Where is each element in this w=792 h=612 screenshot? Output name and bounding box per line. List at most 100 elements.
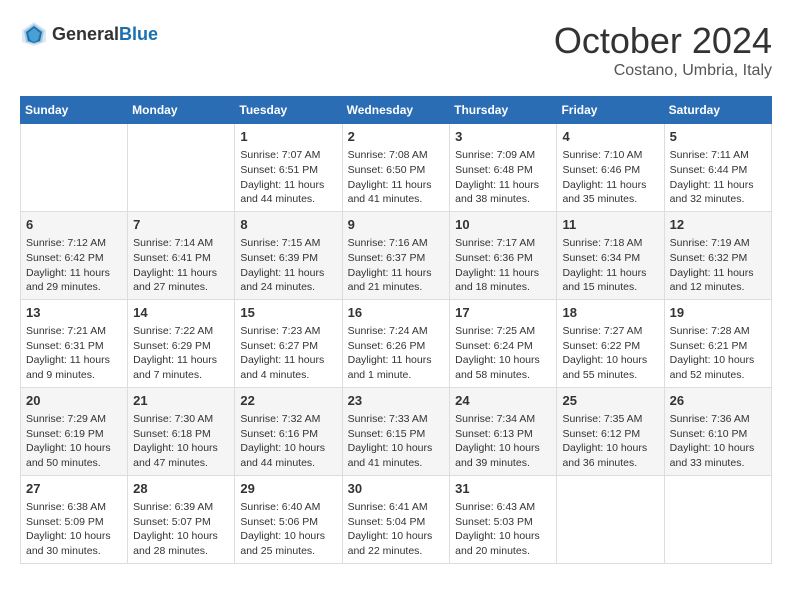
table-row: 6 Sunrise: 7:12 AM Sunset: 6:42 PM Dayli… — [21, 211, 128, 299]
sunset-text: Sunset: 6:18 PM — [133, 428, 211, 440]
sunrise-text: Sunrise: 7:28 AM — [670, 325, 750, 337]
sunset-text: Sunset: 5:06 PM — [240, 516, 318, 528]
day-number: 13 — [26, 304, 122, 322]
table-row: 1 Sunrise: 7:07 AM Sunset: 6:51 PM Dayli… — [235, 124, 342, 212]
sunrise-text: Sunrise: 7:23 AM — [240, 325, 320, 337]
calendar-table: Sunday Monday Tuesday Wednesday Thursday… — [20, 96, 772, 564]
daylight-text: Daylight: 11 hours and 18 minutes. — [455, 267, 539, 294]
table-row: 11 Sunrise: 7:18 AM Sunset: 6:34 PM Dayl… — [557, 211, 664, 299]
day-number: 6 — [26, 216, 122, 234]
sunset-text: Sunset: 5:04 PM — [348, 516, 426, 528]
daylight-text: Daylight: 10 hours and 30 minutes. — [26, 530, 111, 557]
daylight-text: Daylight: 11 hours and 21 minutes. — [348, 267, 432, 294]
table-row: 23 Sunrise: 7:33 AM Sunset: 6:15 PM Dayl… — [342, 387, 450, 475]
sunrise-text: Sunrise: 7:17 AM — [455, 237, 535, 249]
sunset-text: Sunset: 6:10 PM — [670, 428, 748, 440]
day-number: 15 — [240, 304, 336, 322]
header-saturday: Saturday — [664, 97, 771, 124]
sunset-text: Sunset: 6:42 PM — [26, 252, 104, 264]
month-title: October 2024 — [554, 20, 772, 62]
sunset-text: Sunset: 6:22 PM — [562, 340, 640, 352]
day-number: 22 — [240, 392, 336, 410]
sunrise-text: Sunrise: 7:29 AM — [26, 413, 106, 425]
daylight-text: Daylight: 10 hours and 39 minutes. — [455, 442, 540, 469]
sunset-text: Sunset: 6:12 PM — [562, 428, 640, 440]
daylight-text: Daylight: 11 hours and 24 minutes. — [240, 267, 324, 294]
sunrise-text: Sunrise: 6:41 AM — [348, 501, 428, 513]
table-row: 15 Sunrise: 7:23 AM Sunset: 6:27 PM Dayl… — [235, 299, 342, 387]
daylight-text: Daylight: 11 hours and 1 minute. — [348, 354, 432, 381]
table-row: 4 Sunrise: 7:10 AM Sunset: 6:46 PM Dayli… — [557, 124, 664, 212]
sunset-text: Sunset: 6:48 PM — [455, 164, 533, 176]
sunrise-text: Sunrise: 7:14 AM — [133, 237, 213, 249]
sunset-text: Sunset: 6:41 PM — [133, 252, 211, 264]
day-number: 11 — [562, 216, 658, 234]
sunset-text: Sunset: 6:21 PM — [670, 340, 748, 352]
sunset-text: Sunset: 6:13 PM — [455, 428, 533, 440]
sunset-text: Sunset: 6:44 PM — [670, 164, 748, 176]
calendar-header-row: Sunday Monday Tuesday Wednesday Thursday… — [21, 97, 772, 124]
sunset-text: Sunset: 6:39 PM — [240, 252, 318, 264]
daylight-text: Daylight: 10 hours and 41 minutes. — [348, 442, 433, 469]
sunrise-text: Sunrise: 7:32 AM — [240, 413, 320, 425]
table-row: 16 Sunrise: 7:24 AM Sunset: 6:26 PM Dayl… — [342, 299, 450, 387]
day-number: 5 — [670, 128, 766, 146]
page-header: GeneralBlue October 2024 Costano, Umbria… — [20, 20, 772, 80]
table-row: 2 Sunrise: 7:08 AM Sunset: 6:50 PM Dayli… — [342, 124, 450, 212]
day-number: 25 — [562, 392, 658, 410]
table-row: 29 Sunrise: 6:40 AM Sunset: 5:06 PM Dayl… — [235, 475, 342, 563]
table-row — [557, 475, 664, 563]
calendar-week-row: 6 Sunrise: 7:12 AM Sunset: 6:42 PM Dayli… — [21, 211, 772, 299]
sunrise-text: Sunrise: 7:35 AM — [562, 413, 642, 425]
sunset-text: Sunset: 6:34 PM — [562, 252, 640, 264]
sunrise-text: Sunrise: 7:21 AM — [26, 325, 106, 337]
daylight-text: Daylight: 11 hours and 15 minutes. — [562, 267, 646, 294]
daylight-text: Daylight: 11 hours and 41 minutes. — [348, 179, 432, 206]
sunset-text: Sunset: 6:37 PM — [348, 252, 426, 264]
daylight-text: Daylight: 10 hours and 22 minutes. — [348, 530, 433, 557]
day-number: 20 — [26, 392, 122, 410]
daylight-text: Daylight: 10 hours and 25 minutes. — [240, 530, 325, 557]
header-thursday: Thursday — [450, 97, 557, 124]
sunrise-text: Sunrise: 6:38 AM — [26, 501, 106, 513]
day-number: 1 — [240, 128, 336, 146]
logo-general: General — [52, 24, 119, 44]
sunrise-text: Sunrise: 7:09 AM — [455, 149, 535, 161]
day-number: 14 — [133, 304, 229, 322]
table-row: 27 Sunrise: 6:38 AM Sunset: 5:09 PM Dayl… — [21, 475, 128, 563]
day-number: 3 — [455, 128, 551, 146]
daylight-text: Daylight: 10 hours and 36 minutes. — [562, 442, 647, 469]
title-block: October 2024 Costano, Umbria, Italy — [554, 20, 772, 80]
daylight-text: Daylight: 11 hours and 29 minutes. — [26, 267, 110, 294]
table-row — [664, 475, 771, 563]
sunrise-text: Sunrise: 7:15 AM — [240, 237, 320, 249]
day-number: 4 — [562, 128, 658, 146]
table-row: 30 Sunrise: 6:41 AM Sunset: 5:04 PM Dayl… — [342, 475, 450, 563]
sunrise-text: Sunrise: 7:18 AM — [562, 237, 642, 249]
sunset-text: Sunset: 6:51 PM — [240, 164, 318, 176]
daylight-text: Daylight: 11 hours and 4 minutes. — [240, 354, 324, 381]
table-row: 13 Sunrise: 7:21 AM Sunset: 6:31 PM Dayl… — [21, 299, 128, 387]
day-number: 19 — [670, 304, 766, 322]
day-number: 27 — [26, 480, 122, 498]
daylight-text: Daylight: 11 hours and 7 minutes. — [133, 354, 217, 381]
sunset-text: Sunset: 6:32 PM — [670, 252, 748, 264]
sunrise-text: Sunrise: 7:25 AM — [455, 325, 535, 337]
sunrise-text: Sunrise: 7:07 AM — [240, 149, 320, 161]
day-number: 12 — [670, 216, 766, 234]
table-row: 19 Sunrise: 7:28 AM Sunset: 6:21 PM Dayl… — [664, 299, 771, 387]
table-row: 17 Sunrise: 7:25 AM Sunset: 6:24 PM Dayl… — [450, 299, 557, 387]
table-row: 20 Sunrise: 7:29 AM Sunset: 6:19 PM Dayl… — [21, 387, 128, 475]
day-number: 18 — [562, 304, 658, 322]
calendar-week-row: 27 Sunrise: 6:38 AM Sunset: 5:09 PM Dayl… — [21, 475, 772, 563]
calendar-week-row: 13 Sunrise: 7:21 AM Sunset: 6:31 PM Dayl… — [21, 299, 772, 387]
table-row: 8 Sunrise: 7:15 AM Sunset: 6:39 PM Dayli… — [235, 211, 342, 299]
table-row: 7 Sunrise: 7:14 AM Sunset: 6:41 PM Dayli… — [128, 211, 235, 299]
day-number: 30 — [348, 480, 445, 498]
sunset-text: Sunset: 6:31 PM — [26, 340, 104, 352]
header-tuesday: Tuesday — [235, 97, 342, 124]
table-row: 21 Sunrise: 7:30 AM Sunset: 6:18 PM Dayl… — [128, 387, 235, 475]
table-row: 26 Sunrise: 7:36 AM Sunset: 6:10 PM Dayl… — [664, 387, 771, 475]
daylight-text: Daylight: 10 hours and 20 minutes. — [455, 530, 540, 557]
day-number: 23 — [348, 392, 445, 410]
